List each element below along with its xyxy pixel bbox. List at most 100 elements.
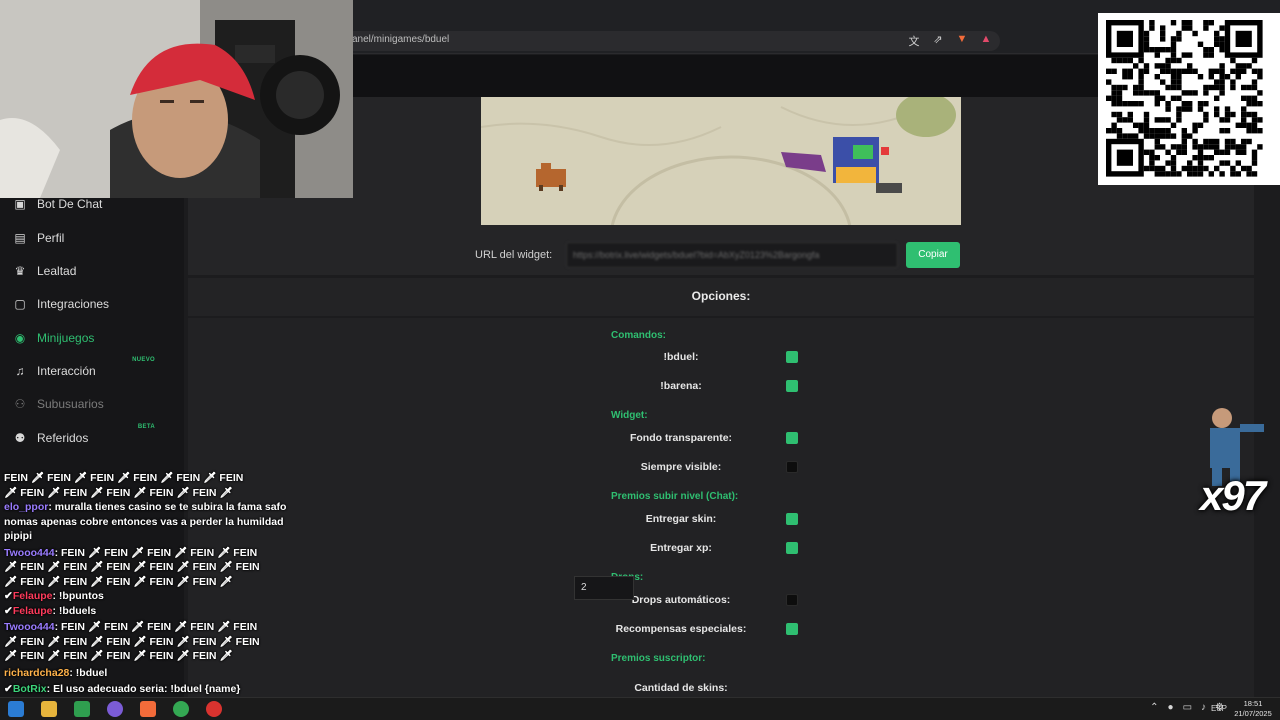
- qr-module: [1160, 165, 1166, 172]
- qr-module: [1170, 68, 1177, 74]
- chrome-app-icon[interactable]: [173, 701, 189, 717]
- qr-module: [1106, 79, 1112, 85]
- translate-icon[interactable]: 文: [906, 33, 922, 49]
- qr-module: [1154, 101, 1160, 107]
- sidebar-item-integraciones[interactable]: ▢ Integraciones: [12, 292, 177, 316]
- qr-module: [1165, 160, 1171, 166]
- sidebar-item-referidos[interactable]: ⚉ Referidos BETA: [12, 424, 177, 450]
- qr-module: [1154, 128, 1160, 134]
- qr-module: [1149, 128, 1155, 134]
- qr-module: [1170, 133, 1177, 139]
- qr-module: [1111, 122, 1117, 128]
- qr-module: [1143, 68, 1150, 74]
- address-bar[interactable]: anel/minigames/bduel 文 ⇗ ▼ ▲: [340, 31, 1000, 51]
- qr-module: [1165, 171, 1171, 177]
- qr-module: [1154, 138, 1160, 145]
- copy-button[interactable]: Copiar: [906, 242, 960, 268]
- qr-module: [1224, 74, 1231, 80]
- language-indicator[interactable]: ESP: [1211, 704, 1227, 713]
- qr-module: [1246, 165, 1252, 172]
- qr-module: [1160, 95, 1166, 101]
- sidebar-item-minijuegos[interactable]: ◉ Minijuegos: [12, 326, 177, 350]
- qr-module: [1181, 68, 1187, 74]
- qr-module: [1170, 160, 1177, 166]
- qr-module: [1241, 95, 1247, 101]
- qr-module: [1219, 74, 1225, 80]
- qr-module: [1208, 171, 1214, 177]
- chat-message: 🗡 FEIN 🗡 FEIN 🗡 FEIN 🗡 FEIN 🗡 FEIN 🗡: [4, 486, 233, 499]
- widget-url-input[interactable]: https://botrix.live/widgets/bduel?bid=Ab…: [566, 242, 898, 268]
- qr-module: [1160, 171, 1166, 177]
- qr-module: [1219, 68, 1225, 74]
- qr-module: [1170, 36, 1177, 42]
- sidebar-item-subusuarios[interactable]: ⚇ Subusuarios: [12, 392, 177, 416]
- qr-module: [1165, 149, 1171, 155]
- qr-module: [1235, 149, 1241, 155]
- qr-module: [1203, 25, 1209, 31]
- qr-module: [1181, 106, 1187, 112]
- give-skin-checkbox[interactable]: [786, 513, 798, 525]
- qr-module: [1208, 144, 1214, 150]
- file-explorer-icon[interactable]: [41, 701, 57, 717]
- chevron-up-icon[interactable]: ⌃: [1150, 702, 1158, 713]
- qr-module: [1257, 128, 1263, 134]
- qr-module: [1197, 101, 1204, 107]
- clock-date: 21/07/2025: [1234, 709, 1272, 718]
- qr-module: [1214, 79, 1220, 85]
- qr-module: [1192, 122, 1198, 128]
- chat-message: Twooo444: FEIN 🗡 FEIN 🗡 FEIN 🗡 FEIN 🗡 FE…: [4, 546, 258, 559]
- transparent-background-checkbox[interactable]: [786, 432, 798, 444]
- qr-module: [1208, 74, 1214, 80]
- store-icon[interactable]: [74, 701, 90, 717]
- share-icon[interactable]: ⇗: [930, 33, 946, 49]
- brave-shield-icon[interactable]: ▼: [954, 33, 970, 49]
- qr-module: [1149, 47, 1155, 53]
- qr-module: [1251, 128, 1258, 134]
- option-label: Cantidad de skins:: [634, 682, 728, 694]
- chat-message: 🗡 FEIN 🗡 FEIN 🗡 FEIN 🗡 FEIN 🗡 FEIN 🗡 FEI…: [4, 561, 260, 573]
- qr-module: [1138, 101, 1144, 107]
- clock-time: 18:51: [1243, 699, 1263, 708]
- qr-module: [1154, 133, 1160, 139]
- qr-module: [1230, 138, 1236, 145]
- qr-module: [1160, 30, 1166, 37]
- qr-module: [1160, 63, 1166, 69]
- obs-app-icon[interactable]: [206, 701, 222, 717]
- qr-module: [1219, 41, 1225, 47]
- auto-drops-checkbox[interactable]: [786, 594, 798, 606]
- brave-app-icon[interactable]: [140, 701, 156, 717]
- skins-quantity-input[interactable]: 2: [574, 576, 634, 600]
- microphone-icon[interactable]: ●: [1168, 702, 1174, 713]
- clock[interactable]: 18:51 21/07/2025: [1230, 699, 1276, 719]
- sidebar-item-interaccion[interactable]: ♫ Interacción NUEVO: [12, 357, 177, 383]
- qr-module: [1116, 101, 1123, 107]
- qr-module: [1203, 52, 1209, 58]
- qr-module: [1181, 20, 1187, 26]
- sidebar-item-perfil[interactable]: ▤ Perfil: [12, 226, 177, 250]
- bduel-checkbox[interactable]: [786, 351, 798, 363]
- qr-module: [1133, 101, 1139, 107]
- qr-module: [1224, 160, 1231, 166]
- volume-icon[interactable]: ♪: [1201, 702, 1206, 713]
- qr-module: [1160, 68, 1166, 74]
- qr-module: [1181, 149, 1187, 155]
- qr-module: [1230, 57, 1236, 64]
- browser-app-icon[interactable]: [107, 701, 123, 717]
- qr-module: [1127, 74, 1133, 80]
- rewards-icon[interactable]: ▲: [978, 33, 994, 49]
- network-icon[interactable]: ▭: [1183, 702, 1192, 713]
- qr-module: [1181, 90, 1187, 96]
- special-rewards-checkbox[interactable]: [786, 623, 798, 635]
- qr-module: [1224, 144, 1231, 150]
- qr-module: [1170, 165, 1177, 172]
- chat-username: BotRix: [12, 683, 47, 695]
- start-icon[interactable]: [8, 701, 24, 717]
- sidebar-item-lealtad[interactable]: ♛ Lealtad: [12, 259, 177, 283]
- always-visible-checkbox[interactable]: [786, 461, 798, 473]
- qr-module: [1214, 106, 1220, 112]
- qr-module: [1170, 57, 1177, 64]
- qr-module: [1235, 68, 1241, 74]
- qr-module: [1197, 160, 1204, 166]
- barena-checkbox[interactable]: [786, 380, 798, 392]
- give-xp-checkbox[interactable]: [786, 542, 798, 554]
